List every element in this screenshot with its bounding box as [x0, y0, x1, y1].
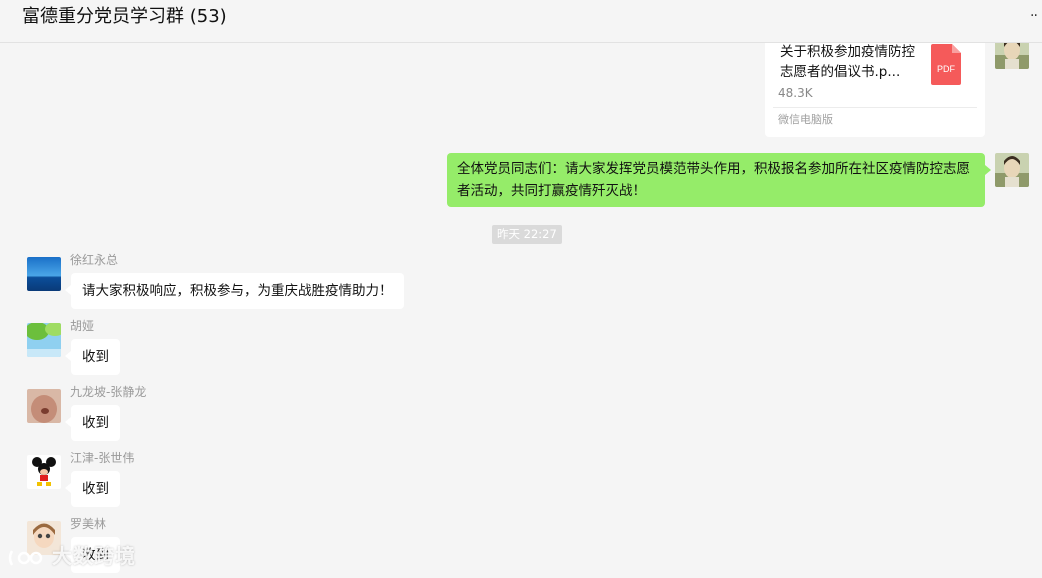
sender-name: 九龙坡-张静龙: [70, 385, 147, 399]
file-name: 关于积极参加疫情防控志愿者的倡议书.p...: [780, 44, 915, 80]
message-text: 收到: [82, 349, 109, 365]
file-source: 微信电脑版: [778, 113, 833, 126]
watermark-text: 大数跨境: [51, 544, 136, 568]
self-message-bubble[interactable]: 全体党员同志们：请大家发挥党员模范带头作用，积极报名参加所在社区疫情防控志愿者活…: [447, 153, 991, 207]
sender-name: 徐红永总: [70, 253, 119, 267]
more-options-icon[interactable]: ..: [1030, 4, 1038, 20]
watermark-logo-icon: [8, 549, 43, 566]
message-bubble[interactable]: 收到: [65, 471, 120, 507]
chat-title: 富德重分党员学习群 (53): [22, 6, 227, 27]
message-text: 收到: [82, 481, 109, 497]
timestamp-chip: 昨天 22:27: [492, 225, 562, 244]
file-card-divider: [773, 107, 977, 108]
avatar-zhangshiwei[interactable]: [27, 455, 61, 489]
sender-name: 江津-张世伟: [70, 451, 135, 465]
avatar-zhangjinglong[interactable]: [27, 389, 61, 423]
watermark: 大数跨境: [8, 540, 136, 569]
self-avatar[interactable]: [995, 43, 1029, 69]
message-bubble[interactable]: 请大家积极响应，积极参与，为重庆战胜疫情助力！: [65, 273, 404, 309]
message-bubble[interactable]: 收到: [65, 405, 120, 441]
message-text: 请大家积极响应，积极参与，为重庆战胜疫情助力！: [82, 283, 393, 299]
avatar-huya[interactable]: [27, 323, 61, 357]
sender-name: 胡娅: [70, 319, 95, 333]
pdf-file-icon: PDF: [931, 44, 961, 85]
sender-name: 罗美林: [70, 517, 107, 531]
chat-header: 富德重分党员学习群 (53) ..: [0, 0, 1042, 43]
file-size: 48.3K: [778, 86, 813, 100]
file-message-card[interactable]: 关于积极参加疫情防控志愿者的倡议书.p... PDF 48.3K 微信电脑版: [765, 43, 985, 137]
avatar-xuhong[interactable]: [27, 257, 61, 291]
pdf-type-label: PDF: [937, 64, 956, 74]
message-bubble[interactable]: 收到: [65, 339, 120, 375]
self-message-text: 全体党员同志们：请大家发挥党员模范带头作用，积极报名参加所在社区疫情防控志愿者活…: [457, 161, 970, 199]
message-list[interactable]: 关于积极参加疫情防控志愿者的倡议书.p... PDF 48.3K 微信电脑版 全…: [0, 43, 1042, 578]
self-avatar-2[interactable]: [995, 153, 1029, 187]
message-text: 收到: [82, 415, 109, 431]
